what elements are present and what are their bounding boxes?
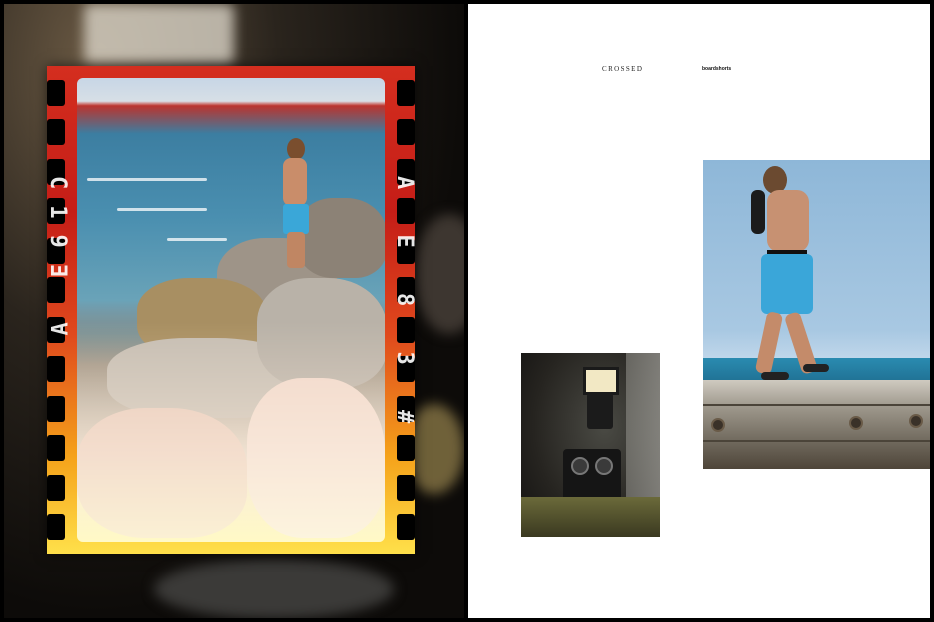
right-page: CROSSED boardshorts	[468, 4, 930, 618]
film-edge-mark-right: A E 8 3 #	[392, 176, 417, 440]
model-figure	[751, 166, 831, 380]
magazine-spread: C19Ǝ Ɐ A E 8 3 # CROSSED boardshorts	[0, 0, 934, 622]
photo-man-on-pier	[703, 160, 930, 469]
photo-surfer-on-rocks	[77, 78, 385, 542]
surfer-figure	[279, 138, 313, 268]
camera-flash-icon	[583, 367, 619, 395]
camera-body	[563, 449, 621, 501]
photo-vintage-camera	[521, 353, 660, 537]
brand-title: CROSSED	[602, 65, 644, 73]
light-leak	[77, 322, 385, 542]
wooden-pier	[703, 380, 930, 469]
background-blur	[154, 559, 394, 618]
background-blur	[84, 4, 234, 64]
lens-icon	[595, 457, 613, 475]
lens-icon	[571, 457, 589, 475]
boardshorts	[761, 254, 813, 314]
background-blur	[414, 214, 464, 334]
film-negative: C19Ǝ Ɐ A E 8 3 #	[45, 66, 417, 554]
left-page: C19Ǝ Ɐ A E 8 3 #	[4, 4, 464, 618]
film-edge-mark-left: C19Ǝ Ɐ	[45, 176, 70, 352]
section-label: boardshorts	[702, 66, 732, 72]
